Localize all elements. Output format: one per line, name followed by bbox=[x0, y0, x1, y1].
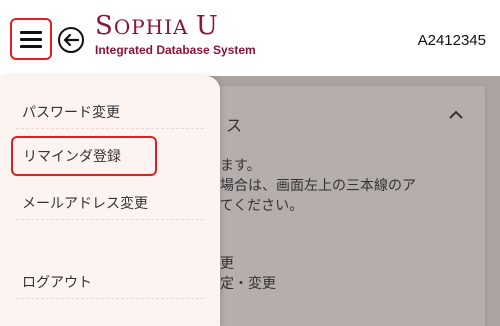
logo-title: SOPHIA U bbox=[95, 11, 219, 41]
back-button[interactable] bbox=[58, 27, 84, 53]
card-body-text: きます。 い場合は、画面左上の三本線のア してください。 bbox=[206, 156, 416, 216]
menu-item-label: リマインダ登録 bbox=[23, 149, 121, 165]
body-line: きます。 bbox=[206, 158, 261, 174]
menu-icon-bar bbox=[20, 30, 42, 34]
menu-item-label: パスワード変更 bbox=[22, 104, 120, 121]
menu-item-reminder-registration[interactable]: リマインダ登録 bbox=[11, 136, 157, 176]
menu-item-label: メールアドレス変更 bbox=[22, 195, 148, 212]
hamburger-menu-button[interactable] bbox=[10, 18, 52, 60]
menu-item-password-change[interactable]: パスワード変更 bbox=[16, 95, 204, 129]
user-id: A2412345 bbox=[417, 32, 486, 49]
menu-icon-bar bbox=[20, 37, 42, 41]
body-line: してください。 bbox=[206, 198, 304, 214]
menu-item-logout[interactable]: ログアウト bbox=[16, 265, 204, 299]
app-header: SOPHIA U Integrated Database System A241… bbox=[0, 0, 500, 76]
side-drawer: パスワード変更 リマインダ登録 メールアドレス変更 ログアウト bbox=[0, 76, 220, 326]
sophia-logo: SOPHIA U Integrated Database System bbox=[95, 11, 256, 57]
logo-subtitle: Integrated Database System bbox=[95, 43, 256, 57]
body-line: い場合は、画面左上の三本線のア bbox=[206, 178, 416, 194]
menu-item-label: ログアウト bbox=[22, 274, 92, 291]
card-title: ス bbox=[226, 116, 243, 135]
arrow-left-icon bbox=[63, 33, 79, 47]
menu-icon-bar bbox=[20, 44, 42, 48]
chevron-up-icon[interactable] bbox=[449, 110, 463, 120]
menu-item-email-change[interactable]: メールアドレス変更 bbox=[16, 186, 204, 220]
